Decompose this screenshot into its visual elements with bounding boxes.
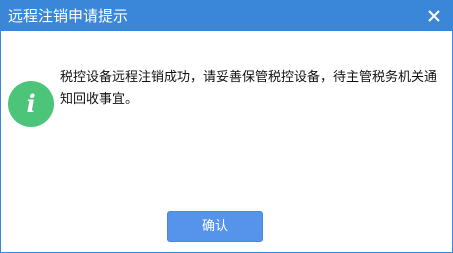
info-icon: i — [8, 81, 54, 127]
dialog-window: 远程注销申请提示 i 税控设备远程注销成功，请妥善保管税控设备，待主管税务机关通… — [0, 0, 453, 253]
message-text: 税控设备远程注销成功，请妥善保管税控设备，待主管税务机关通知回收事宜。 — [60, 70, 438, 107]
info-glyph: i — [26, 89, 35, 118]
confirm-button[interactable]: 确认 — [167, 211, 263, 242]
title-bar: 远程注销申请提示 — [1, 1, 452, 31]
close-button[interactable] — [422, 4, 446, 28]
window-title: 远程注销申请提示 — [8, 7, 129, 25]
close-icon — [428, 10, 440, 22]
